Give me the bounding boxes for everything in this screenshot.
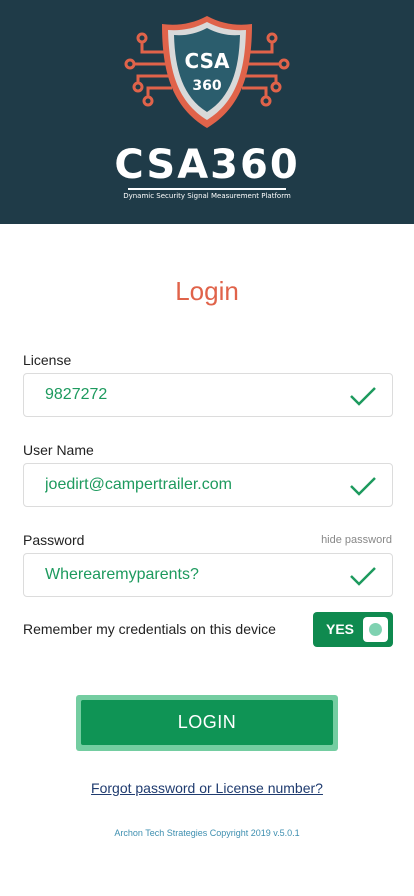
checkmark-icon — [350, 477, 376, 496]
checkmark-icon — [350, 387, 376, 406]
brand-name: CSA360 — [114, 142, 300, 188]
license-input[interactable] — [45, 374, 335, 416]
brand: CSA360 Dynamic Security Signal Measureme… — [0, 142, 414, 202]
brand-divider — [128, 188, 286, 190]
page-title: Login — [175, 276, 239, 306]
shield-circuit-icon: CSA 360 — [124, 16, 290, 128]
license-label: License — [23, 352, 72, 368]
toggle-state-text: YES — [326, 621, 355, 637]
checkmark-icon — [350, 567, 376, 586]
svg-text:360: 360 — [192, 78, 221, 94]
username-field-box — [23, 463, 393, 507]
brand-tagline: Dynamic Security Signal Measurement Plat… — [123, 192, 291, 200]
username-label: User Name — [23, 442, 94, 458]
username-input[interactable] — [45, 464, 335, 506]
svg-text:CSA: CSA — [185, 49, 230, 73]
password-field-box — [23, 553, 393, 597]
toggle-dot — [369, 623, 382, 636]
password-input[interactable] — [45, 554, 335, 596]
logo: CSA 360 — [0, 12, 414, 142]
remember-toggle[interactable]: YES — [313, 612, 393, 647]
toggle-knob — [363, 617, 388, 642]
app-header: CSA 360 CSA360 Dynamic Security Signal M… — [0, 0, 414, 224]
copyright-text: Archon Tech Strategies Copyright 2019 v.… — [114, 828, 300, 838]
login-button-frame: LOGIN — [76, 695, 338, 751]
license-field-box — [23, 373, 393, 417]
forgot-password-link[interactable]: Forgot password or License number? — [0, 780, 414, 796]
remember-label: Remember my credentials on this device — [23, 621, 276, 637]
password-label: Password — [23, 532, 85, 548]
login-button[interactable]: LOGIN — [81, 700, 333, 745]
hide-password-link[interactable]: hide password — [321, 534, 392, 546]
